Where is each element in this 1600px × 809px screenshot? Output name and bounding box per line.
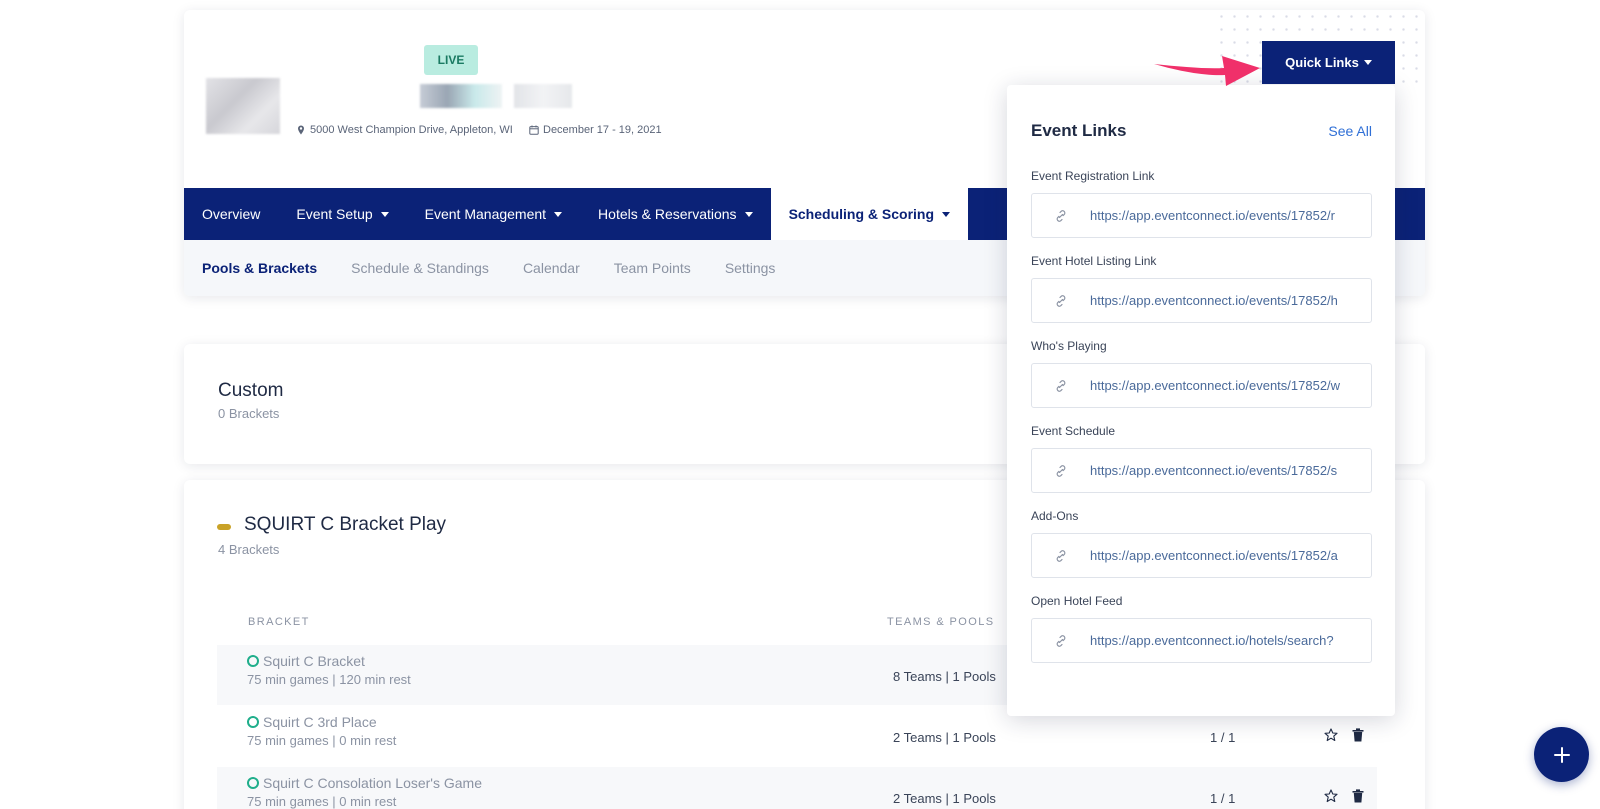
bracket-name[interactable]: Squirt C Consolation Loser's Game	[247, 775, 482, 791]
link-icon	[1032, 379, 1090, 393]
bracket-detail: 75 min games | 120 min rest	[247, 672, 411, 687]
bracket-name[interactable]: Squirt C 3rd Place	[247, 714, 377, 730]
bracket-teams-pools: 2 Teams | 1 Pools	[893, 791, 996, 806]
link-url-input[interactable]	[1090, 548, 1370, 563]
chevron-down-icon	[942, 211, 951, 217]
chevron-down-icon	[554, 211, 563, 217]
link-input-box	[1031, 278, 1372, 323]
bracket-detail: 75 min games | 0 min rest	[247, 733, 397, 748]
map-marker-icon	[298, 125, 304, 135]
star-icon[interactable]	[1324, 728, 1338, 742]
link-label: Who's Playing	[1031, 339, 1107, 353]
tab-overview[interactable]: Overview	[184, 188, 278, 240]
link-label: Event Hotel Listing Link	[1031, 254, 1157, 268]
link-field-open-hotel-feed: Open Hotel Feed	[1031, 594, 1372, 663]
link-icon	[1032, 209, 1090, 223]
subtab-schedule-standings[interactable]: Schedule & Standings	[351, 260, 489, 276]
column-header-bracket: BRACKET	[248, 616, 310, 628]
quick-links-label: Quick Links	[1285, 55, 1359, 70]
see-all-link[interactable]: See All	[1328, 123, 1372, 139]
dropdown-title: Event Links	[1031, 121, 1127, 140]
group-subtitle: 4 Brackets	[218, 542, 280, 557]
bracket-name[interactable]: Squirt C Bracket	[247, 653, 365, 669]
tab-scheduling-scoring[interactable]: Scheduling & Scoring	[770, 188, 969, 240]
link-field-whos-playing: Who's Playing	[1031, 339, 1372, 408]
tab-label: Hotels & Reservations	[598, 206, 737, 222]
bracket-name-text: Squirt C Bracket	[263, 653, 365, 669]
circle-status-icon	[247, 655, 259, 667]
link-url-input[interactable]	[1090, 378, 1370, 393]
tab-event-setup[interactable]: Event Setup	[278, 188, 406, 240]
tab-event-management[interactable]: Event Management	[407, 188, 580, 240]
link-url-input[interactable]	[1090, 208, 1370, 223]
group-title: Custom	[218, 380, 284, 401]
bracket-teams-pools: 2 Teams | 1 Pools	[893, 730, 996, 745]
bracket-detail: 75 min games | 0 min rest	[247, 794, 397, 809]
link-label: Event Registration Link	[1031, 169, 1155, 183]
link-input-box	[1031, 363, 1372, 408]
add-floating-button[interactable]	[1534, 727, 1589, 782]
event-dates-text: December 17 - 19, 2021	[543, 124, 662, 136]
subtab-team-points[interactable]: Team Points	[614, 260, 691, 276]
link-label: Event Schedule	[1031, 424, 1116, 438]
link-field-event-schedule: Event Schedule	[1031, 424, 1372, 493]
link-field-add-ons: Add-Ons	[1031, 509, 1372, 578]
quick-links-button[interactable]: Quick Links	[1262, 41, 1395, 84]
subtab-pools-brackets[interactable]: Pools & Brackets	[202, 260, 317, 276]
bracket-teams-pools: 8 Teams | 1 Pools	[893, 669, 996, 684]
tab-label: Overview	[202, 206, 261, 222]
event-location: 5000 West Champion Drive, Appleton, WI	[296, 124, 513, 136]
event-location-text: 5000 West Champion Drive, Appleton, WI	[310, 124, 513, 136]
event-name-redacted-2	[514, 84, 572, 108]
trash-icon[interactable]	[1352, 789, 1364, 803]
event-logo	[206, 78, 280, 134]
star-icon[interactable]	[1324, 789, 1338, 803]
link-label: Open Hotel Feed	[1031, 594, 1123, 608]
link-url-input[interactable]	[1090, 633, 1370, 648]
tab-label: Event Management	[424, 206, 547, 222]
tab-label: Event Setup	[296, 206, 373, 222]
calendar-icon	[529, 125, 539, 135]
link-field-registration: Event Registration Link	[1031, 169, 1372, 238]
group-subtitle: 0 Brackets	[218, 406, 280, 421]
link-url-input[interactable]	[1090, 463, 1370, 478]
status-badge: LIVE	[424, 45, 478, 75]
link-input-box	[1031, 618, 1372, 663]
quick-links-dropdown: Event Links See All Event Registration L…	[1007, 85, 1395, 716]
circle-status-icon	[247, 716, 259, 728]
table-row[interactable]: Squirt C Consolation Loser's Game 75 min…	[217, 767, 1377, 809]
link-input-box	[1031, 448, 1372, 493]
link-input-box	[1031, 193, 1372, 238]
annotation-arrow-icon	[1154, 56, 1260, 86]
chevron-down-icon	[744, 211, 753, 217]
plus-icon	[1553, 746, 1570, 763]
tab-label: Scheduling & Scoring	[788, 206, 935, 222]
link-label: Add-Ons	[1031, 509, 1079, 523]
event-name-redacted	[420, 84, 502, 108]
bracket-ratio: 1 / 1	[1210, 791, 1236, 806]
bracket-name-text: Squirt C Consolation Loser's Game	[263, 775, 482, 791]
link-icon	[1032, 634, 1090, 648]
bracket-name-text: Squirt C 3rd Place	[263, 714, 377, 730]
link-url-input[interactable]	[1090, 293, 1370, 308]
link-icon	[1032, 464, 1090, 478]
trash-icon[interactable]	[1352, 728, 1364, 742]
subtab-calendar[interactable]: Calendar	[523, 260, 580, 276]
subtab-settings[interactable]: Settings	[725, 260, 776, 276]
link-field-hotel-listing: Event Hotel Listing Link	[1031, 254, 1372, 323]
bracket-ratio: 1 / 1	[1210, 730, 1236, 745]
chevron-down-icon	[1363, 60, 1372, 65]
link-input-box	[1031, 533, 1372, 578]
link-icon	[1032, 294, 1090, 308]
link-icon	[1032, 549, 1090, 563]
event-dates: December 17 - 19, 2021	[529, 124, 662, 136]
tab-hotels-reservations[interactable]: Hotels & Reservations	[580, 188, 771, 240]
group-title: SQUIRT C Bracket Play	[244, 514, 447, 535]
column-header-teams-pools: TEAMS & POOLS	[887, 616, 995, 628]
chevron-down-icon	[380, 211, 389, 217]
group-color-pill	[217, 524, 231, 530]
circle-status-icon	[247, 777, 259, 789]
